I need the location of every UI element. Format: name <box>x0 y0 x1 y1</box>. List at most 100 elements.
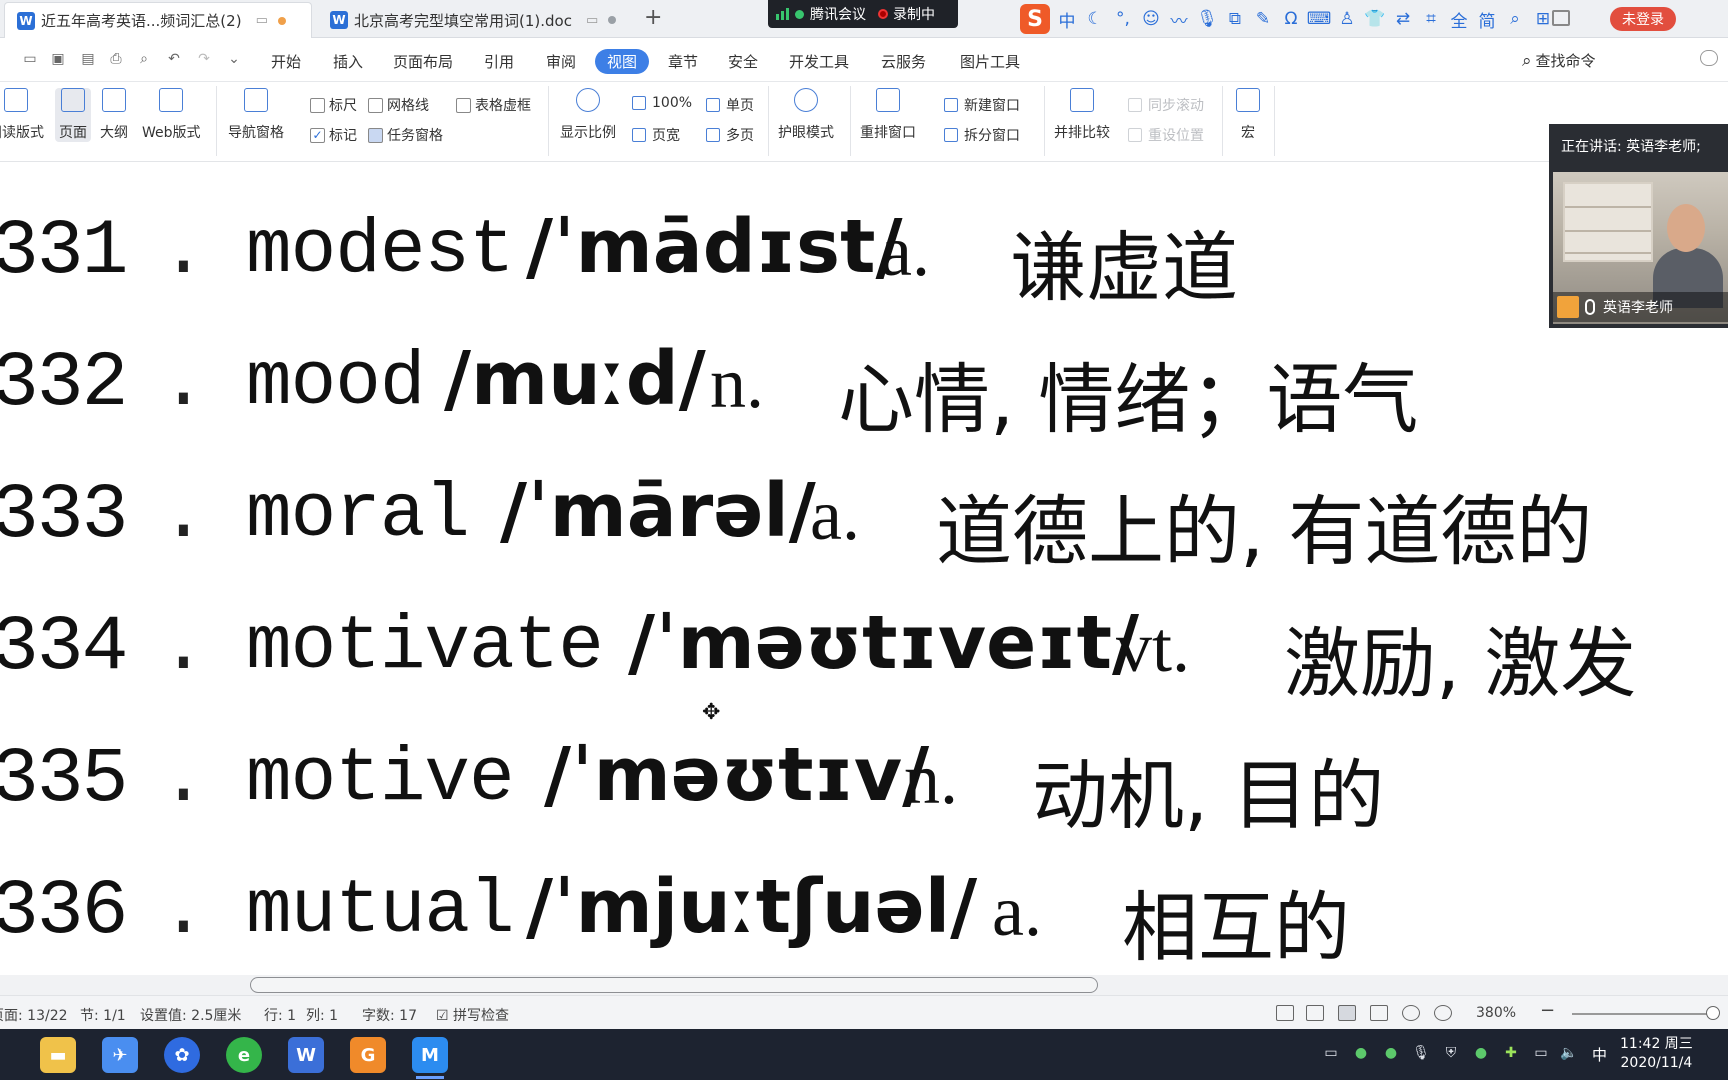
shield-icon[interactable]: ⛨ <box>1442 1045 1460 1063</box>
spell-check-button[interactable]: ☑ 拼写检查 <box>436 1005 509 1025</box>
document-tab-1[interactable]: W 近五年高考英语...频词汇总(2) ▭ <box>4 2 312 38</box>
eye-care-button[interactable]: 护眼模式 <box>778 88 834 142</box>
customize-dropdown-icon[interactable]: ⌄ <box>226 51 242 67</box>
outline-view-icon[interactable] <box>1370 1005 1388 1021</box>
menu-chapter[interactable]: 章节 <box>656 49 710 74</box>
task-pane-checkbox[interactable]: 任务窗格 <box>368 125 443 145</box>
table-gridlines-checkbox[interactable]: 表格虚框 <box>456 95 531 115</box>
sogou-logo-icon[interactable]: S <box>1020 4 1050 34</box>
multi-page-button[interactable]: 多页 <box>706 125 754 145</box>
login-button[interactable]: 未登录 <box>1610 7 1676 31</box>
security-icon[interactable]: ● <box>1352 1045 1370 1063</box>
menu-developer[interactable]: 开发工具 <box>777 49 861 74</box>
search-icon[interactable]: ⌕ <box>1504 8 1526 30</box>
gridlines-checkbox[interactable]: 网格线 <box>368 95 429 115</box>
print-icon[interactable]: ⎙ <box>108 51 124 67</box>
menu-cloud[interactable]: 云服务 <box>869 49 938 74</box>
page-indicator[interactable]: 页面: 13/22 <box>0 1005 68 1025</box>
menu-insert[interactable]: 插入 <box>321 49 375 74</box>
file-explorer-icon[interactable]: ▬ <box>40 1037 76 1073</box>
zoom-100-button[interactable]: 100% <box>632 95 692 111</box>
ime-mode[interactable]: 中 <box>1056 8 1078 32</box>
zoom-slider-knob[interactable] <box>1706 1006 1720 1020</box>
meeting-indicator[interactable]: 腾讯会议 录制中 <box>768 0 958 28</box>
menu-home[interactable]: 开始 <box>259 49 313 74</box>
sync-scroll-button[interactable]: 同步滚动 <box>1128 95 1204 115</box>
page-width-button[interactable]: 页宽 <box>632 125 680 145</box>
wechat-icon[interactable]: ● <box>1472 1045 1490 1063</box>
menu-picture-tools[interactable]: 图片工具 <box>948 49 1032 74</box>
moon-icon[interactable]: ☾ <box>1084 8 1106 30</box>
zoom-out-icon[interactable]: − <box>1540 1000 1555 1021</box>
menu-view[interactable]: 视图 <box>595 49 650 74</box>
single-page-button[interactable]: 单页 <box>706 95 754 115</box>
wps-office-icon[interactable]: G <box>350 1037 386 1073</box>
save-icon[interactable]: ▣ <box>50 51 66 67</box>
menu-security[interactable]: 安全 <box>716 49 770 74</box>
ruler-checkbox[interactable]: 标尺 <box>310 95 357 115</box>
read-mode-icon[interactable] <box>1306 1005 1324 1021</box>
full-width-icon[interactable]: 全 <box>1448 8 1470 32</box>
side-by-side-button[interactable]: 并排比较 <box>1054 88 1110 142</box>
grid-icon[interactable]: ⊞ <box>1532 8 1554 30</box>
eye-care-icon[interactable] <box>1434 1005 1452 1021</box>
tray-app-icon[interactable]: ● <box>1382 1045 1400 1063</box>
navigation-pane-button[interactable]: 导航窗格 <box>228 88 284 142</box>
punctuation-icon[interactable]: °, <box>1112 8 1134 30</box>
zoom-slider[interactable] <box>1572 1013 1712 1015</box>
export-icon[interactable]: ▤ <box>80 51 96 67</box>
redo-icon[interactable]: ↷ <box>196 51 212 67</box>
microphone-icon[interactable]: 🎙 <box>1196 8 1218 30</box>
battery-icon[interactable]: ▭ <box>1532 1045 1550 1063</box>
wps-writer-icon[interactable]: W <box>288 1037 324 1073</box>
shirt-icon[interactable]: 👕 <box>1364 8 1386 30</box>
new-window-button[interactable]: 新建窗口 <box>944 95 1020 115</box>
reset-position-button[interactable]: 重设位置 <box>1128 125 1204 145</box>
menu-page-layout[interactable]: 页面布局 <box>381 49 465 74</box>
translate-icon[interactable]: ⇄ <box>1392 8 1414 30</box>
markup-checkbox[interactable]: ✓ 标记 <box>310 125 357 145</box>
web-view-icon[interactable] <box>1402 1005 1420 1021</box>
keyboard-icon[interactable]: ⌨ <box>1307 8 1332 30</box>
rearrange-window-button[interactable]: 重排窗口 <box>860 88 916 142</box>
page-layout-button[interactable]: 页面 <box>55 88 91 142</box>
pen-icon[interactable]: ✎ <box>1252 8 1274 30</box>
app-360-icon[interactable]: ✿ <box>164 1037 200 1073</box>
fullscreen-icon[interactable] <box>1276 1005 1294 1021</box>
crop-icon[interactable]: ⌗ <box>1420 8 1442 30</box>
print-preview-icon[interactable]: ⌕ <box>136 51 152 67</box>
monitor-icon[interactable]: ▭ <box>256 13 268 28</box>
input-language[interactable]: 中 <box>1592 1044 1607 1065</box>
web-layout-button[interactable]: Web版式 <box>142 88 201 142</box>
meeting-video-panel[interactable]: 正在讲话: 英语李老师; 英语李老师 <box>1549 124 1728 328</box>
split-window-button[interactable]: 拆分窗口 <box>944 125 1020 145</box>
feishu-icon[interactable]: ✈ <box>102 1037 138 1073</box>
word-count[interactable]: 字数: 17 <box>362 1005 417 1025</box>
omega-icon[interactable]: Ω <box>1280 8 1302 30</box>
find-command[interactable]: ⌕ 查找命令 <box>1522 50 1596 71</box>
document-canvas[interactable]: 331 . modest /ˈmādɪst/ a. 谦虚道 332 . mood… <box>0 162 1728 977</box>
volume-icon[interactable]: 🔈 <box>1560 1045 1578 1063</box>
microphone-tray-icon[interactable]: 🎙 <box>1412 1045 1430 1063</box>
document-tab-2[interactable]: W 北京高考完型填空常用词(1).doc ▭ <box>318 2 630 38</box>
tencent-meeting-icon[interactable]: M <box>412 1037 448 1079</box>
zoom-level[interactable]: 380% <box>1476 1005 1516 1021</box>
system-clock[interactable]: 11:42 周三 2020/11/4 <box>1620 1035 1693 1073</box>
open-folder-icon[interactable]: ▭ <box>22 51 38 67</box>
comment-icon[interactable] <box>1700 50 1718 66</box>
user-icon[interactable]: ♙ <box>1336 8 1358 30</box>
new-tab-button[interactable]: + <box>644 5 662 30</box>
screenshot-icon[interactable]: ⧉ <box>1224 8 1246 30</box>
reading-layout-button[interactable]: 阅读版式 <box>0 88 44 142</box>
browser-icon[interactable]: e <box>226 1037 262 1073</box>
horizontal-scrollbar-thumb[interactable] <box>250 977 1098 993</box>
traditional-icon[interactable]: 简 <box>1476 8 1498 32</box>
monitor-icon[interactable]: ▭ <box>586 13 598 28</box>
tray-plus-icon[interactable]: ✚ <box>1502 1045 1520 1063</box>
network-icon[interactable]: ▭ <box>1322 1045 1340 1063</box>
undo-icon[interactable]: ↶ <box>166 51 182 67</box>
emoji-icon[interactable]: ☺ <box>1140 8 1162 30</box>
window-mode-icon[interactable] <box>1552 10 1570 26</box>
menu-references[interactable]: 引用 <box>472 49 526 74</box>
outline-button[interactable]: 大纲 <box>100 88 128 142</box>
